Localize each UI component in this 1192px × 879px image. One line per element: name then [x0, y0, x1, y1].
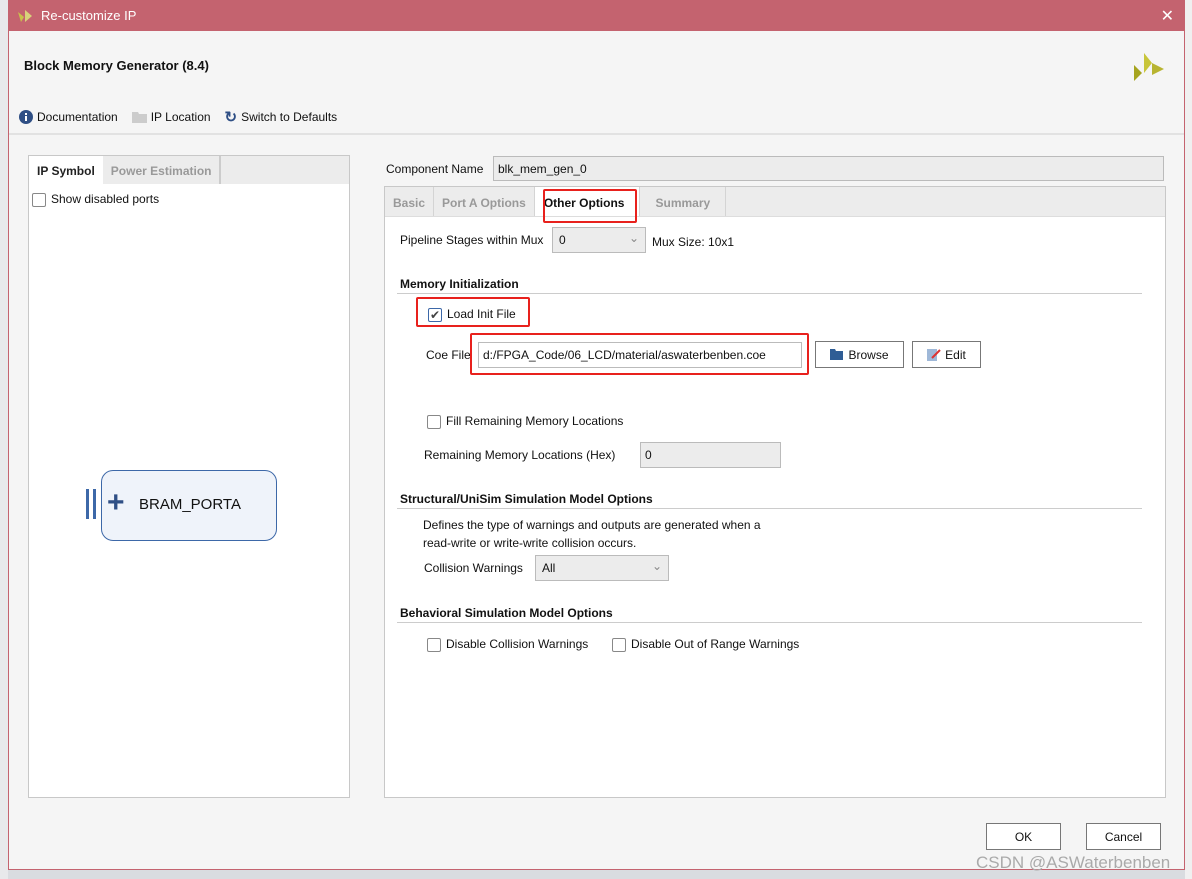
watermark: CSDN @ASWaterbenben [976, 853, 1171, 872]
collision-description-1: Defines the type of warnings and outputs… [423, 518, 761, 532]
checkbox-icon [32, 192, 46, 207]
component-name-input[interactable]: blk_mem_gen_0 [493, 156, 1164, 181]
browse-button[interactable]: Browse [815, 341, 904, 368]
documentation-label: Documentation [37, 110, 118, 124]
pipeline-value: 0 [559, 233, 566, 247]
bram-porta-label: BRAM_PORTA [139, 496, 241, 513]
tab-power-estimation[interactable]: Power Estimation [103, 156, 222, 184]
tab-basic[interactable]: Basic [385, 187, 435, 216]
browse-label: Browse [848, 347, 889, 362]
title-bar: Re-customize IP ✕ [9, 0, 1184, 31]
edit-button[interactable]: Edit [912, 341, 981, 368]
chevron-down-icon: ⌄ [651, 559, 662, 573]
tab-port-a-options[interactable]: Port A Options [434, 187, 535, 216]
remaining-label: Remaining Memory Locations (Hex) [424, 448, 616, 462]
xilinx-brand-icon [1134, 53, 1164, 81]
structural-heading: Structural/UniSim Simulation Model Optio… [400, 492, 653, 506]
folder-icon [131, 112, 147, 123]
disable-collision-checkbox[interactable]: Disable Collision Warnings [427, 637, 588, 652]
right-panel: Basic Port A Options Other Options Summa… [384, 186, 1166, 798]
dialog-header: Block Memory Generator (8.4) [9, 31, 1184, 101]
highlight-box-load-init [416, 297, 530, 327]
behavioral-heading: Behavioral Simulation Model Options [400, 606, 613, 620]
toolbar: Documentation IP Location ↻ Switch to Def… [19, 108, 337, 126]
chevron-down-icon: ⌄ [628, 231, 639, 245]
switch-defaults-label: Switch to Defaults [241, 110, 338, 124]
ip-location-label: IP Location [150, 110, 211, 124]
coe-file-label: Coe File [426, 348, 471, 362]
disable-oor-label: Disable Out of Range Warnings [631, 637, 800, 651]
mux-size-label: Mux Size: 10x1 [652, 235, 735, 249]
collision-warnings-select[interactable]: All ⌄ [535, 555, 669, 581]
tab-ip-symbol[interactable]: IP Symbol [29, 156, 103, 184]
remaining-memory-input: 0 [640, 442, 781, 468]
collision-warnings-label: Collision Warnings [424, 561, 523, 575]
xilinx-logo-icon [18, 9, 32, 22]
show-disabled-ports-checkbox[interactable]: Show disabled ports [29, 184, 349, 215]
tab-summary[interactable]: Summary [640, 187, 727, 216]
refresh-icon: ↻ [224, 109, 238, 126]
background-window-left [0, 0, 8, 879]
cancel-button[interactable]: Cancel [1086, 823, 1161, 850]
expand-plus-icon[interactable]: + [107, 485, 125, 521]
ok-button[interactable]: OK [986, 823, 1061, 850]
switch-to-defaults-button[interactable]: ↻ Switch to Defaults [225, 108, 338, 126]
pipeline-label: Pipeline Stages within Mux [400, 233, 544, 247]
info-icon [19, 110, 33, 124]
pipeline-stages-select[interactable]: 0 ⌄ [552, 227, 646, 253]
fill-remaining-label: Fill Remaining Memory Locations [446, 414, 624, 428]
edit-icon [927, 349, 941, 361]
ip-location-button[interactable]: IP Location [131, 110, 211, 124]
highlight-box-other-options [543, 189, 637, 223]
disable-out-of-range-checkbox[interactable]: Disable Out of Range Warnings [612, 637, 799, 652]
bram-porta-symbol[interactable]: + BRAM_PORTA [101, 470, 277, 541]
checkbox-icon [427, 414, 441, 429]
folder-open-icon [830, 349, 844, 360]
close-icon[interactable]: ✕ [1161, 6, 1174, 26]
divider [9, 133, 1184, 135]
memory-init-heading: Memory Initialization [400, 277, 519, 291]
left-panel: IP Symbol Power Estimation Show disabled… [28, 155, 350, 798]
window-title: Re-customize IP [41, 8, 137, 23]
divider [397, 622, 1142, 623]
highlight-box-coe-file [470, 333, 809, 375]
disable-collision-label: Disable Collision Warnings [446, 637, 589, 651]
collision-description-2: read-write or write-write collision occu… [423, 536, 637, 550]
show-disabled-label: Show disabled ports [51, 192, 160, 206]
checkbox-icon [427, 637, 441, 652]
component-name-label: Component Name [386, 162, 484, 176]
ip-title: Block Memory Generator (8.4) [24, 58, 209, 73]
documentation-button[interactable]: Documentation [19, 110, 118, 124]
recustomize-ip-dialog: Re-customize IP ✕ Block Memory Generator… [8, 0, 1185, 870]
divider [397, 508, 1142, 509]
divider [397, 293, 1142, 294]
checkbox-icon [612, 637, 626, 652]
collision-value: All [542, 561, 556, 575]
port-bus-bars [86, 489, 96, 519]
background-window-right [1185, 0, 1192, 879]
edit-label: Edit [945, 347, 966, 362]
fill-remaining-checkbox[interactable]: Fill Remaining Memory Locations [427, 414, 623, 429]
